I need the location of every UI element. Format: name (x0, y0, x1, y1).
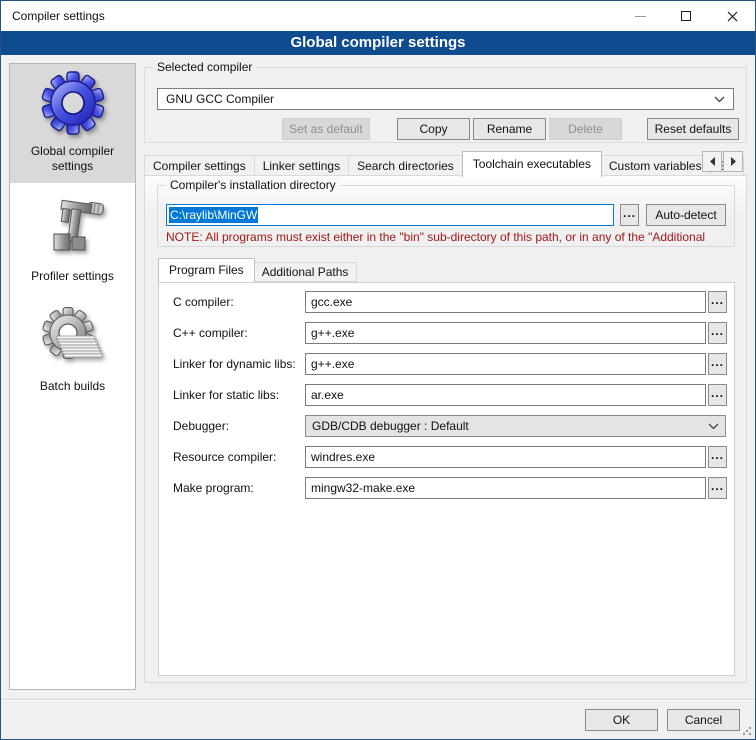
footer-divider (1, 699, 755, 701)
field-label: Debugger: (173, 415, 229, 437)
field-row-static-linker: Linker for static libs: ar.exe ... (159, 384, 734, 406)
installation-directory-group: Compiler's installation directory C:\ray… (157, 185, 735, 247)
field-row-dynamic-linker: Linker for dynamic libs: g++.exe ... (159, 353, 734, 375)
tab-additional-paths[interactable]: Additional Paths (254, 262, 358, 282)
set-as-default-button[interactable]: Set as default (282, 118, 370, 140)
cpp-compiler-browse-button[interactable]: ... (708, 322, 727, 344)
arrow-right-icon (730, 157, 737, 166)
delete-button[interactable]: Delete (549, 118, 622, 140)
field-row-debugger: Debugger: GDB/CDB debugger : Default (159, 415, 734, 437)
field-label: C++ compiler: (173, 322, 248, 344)
chevron-down-icon (714, 96, 725, 103)
installation-directory-input[interactable]: C:\raylib\MinGW (166, 204, 614, 226)
sidebar-item-profiler-settings[interactable]: Profiler settings (10, 189, 135, 293)
settings-tabstrip: Compiler settings Linker settings Search… (144, 150, 749, 176)
debugger-select[interactable]: GDB/CDB debugger : Default (305, 415, 726, 437)
compiler-settings-dialog: Compiler settings Global compiler settin… (0, 0, 756, 740)
selected-compiler-group: Selected compiler GNU GCC Compiler Set a… (144, 67, 747, 143)
rename-button[interactable]: Rename (473, 118, 546, 140)
group-legend: Selected compiler (153, 60, 256, 75)
settings-category-list: Global compiler settings (9, 63, 136, 690)
static-linker-input[interactable]: ar.exe (305, 384, 706, 406)
field-label: Linker for static libs: (173, 384, 279, 406)
titlebar[interactable]: Compiler settings (1, 1, 755, 31)
auto-detect-button[interactable]: Auto-detect (646, 204, 726, 226)
field-label: C compiler: (173, 291, 234, 313)
window-title: Compiler settings (12, 1, 105, 31)
tab-linker-settings[interactable]: Linker settings (255, 155, 349, 176)
field-row-c-compiler: C compiler: gcc.exe ... (159, 291, 734, 313)
tab-compiler-settings[interactable]: Compiler settings (144, 155, 255, 176)
chevron-down-icon (708, 423, 719, 430)
program-files-panel: C compiler: gcc.exe ... C++ compiler: g+… (158, 282, 735, 676)
c-compiler-browse-button[interactable]: ... (708, 291, 727, 313)
compiler-select[interactable]: GNU GCC Compiler (157, 88, 734, 110)
tab-scroll-right-button[interactable] (723, 151, 743, 172)
cancel-button[interactable]: Cancel (667, 709, 740, 731)
close-button[interactable] (709, 1, 755, 31)
minimize-icon (635, 16, 646, 17)
static-linker-browse-button[interactable]: ... (708, 384, 727, 406)
sidebar-item-batch-builds[interactable]: Batch builds (10, 299, 135, 403)
close-icon (727, 11, 738, 22)
make-program-input[interactable]: mingw32-make.exe (305, 477, 706, 499)
reset-defaults-button[interactable]: Reset defaults (647, 118, 739, 140)
field-label: Make program: (173, 477, 254, 499)
toolchain-subtabs: Program Files Additional Paths (158, 258, 357, 282)
tab-toolchain-executables[interactable]: Toolchain executables (462, 151, 602, 177)
sidebar-item-label: Batch builds (40, 379, 105, 394)
c-compiler-input[interactable]: gcc.exe (305, 291, 706, 313)
group-legend: Compiler's installation directory (166, 178, 340, 193)
bin-subdirectory-note: NOTE: All programs must exist either in … (166, 230, 733, 244)
arrow-left-icon (709, 157, 716, 166)
dynamic-linker-browse-button[interactable]: ... (708, 353, 727, 375)
dialog-body: Global compiler settings (1, 55, 755, 739)
field-label: Resource compiler: (173, 446, 276, 468)
minimize-button[interactable] (617, 1, 663, 31)
resource-compiler-browse-button[interactable]: ... (708, 446, 727, 468)
tab-program-files[interactable]: Program Files (158, 258, 255, 282)
resource-compiler-input[interactable]: windres.exe (305, 446, 706, 468)
field-row-cpp-compiler: C++ compiler: g++.exe ... (159, 322, 734, 344)
tab-custom-variables[interactable]: Custom variables (601, 155, 711, 176)
maximize-button[interactable] (663, 1, 709, 31)
cpp-compiler-input[interactable]: g++.exe (305, 322, 706, 344)
resize-grip[interactable] (742, 726, 752, 736)
make-program-browse-button[interactable]: ... (708, 477, 727, 499)
blue-gear-icon (41, 71, 105, 135)
batch-builds-icon (41, 306, 105, 370)
tab-search-directories[interactable]: Search directories (349, 155, 463, 176)
sidebar-item-global-compiler-settings[interactable]: Global compiler settings (10, 64, 135, 183)
copy-button[interactable]: Copy (397, 118, 470, 140)
dynamic-linker-input[interactable]: g++.exe (305, 353, 706, 375)
toolchain-executables-panel: Compiler's installation directory C:\ray… (144, 175, 747, 683)
field-label: Linker for dynamic libs: (173, 353, 296, 375)
sidebar-item-label: Global compiler settings (31, 144, 114, 174)
selected-path-text: C:\raylib\MinGW (169, 207, 258, 223)
ok-button[interactable]: OK (585, 709, 658, 731)
browse-directory-button[interactable]: ... (620, 204, 639, 226)
caliper-icon (41, 196, 105, 260)
sidebar-item-label: Profiler settings (31, 269, 114, 284)
maximize-icon (681, 11, 691, 21)
field-row-make-program: Make program: mingw32-make.exe ... (159, 477, 734, 499)
field-row-resource-compiler: Resource compiler: windres.exe ... (159, 446, 734, 468)
page-title: Global compiler settings (1, 31, 755, 55)
tab-scroll-left-button[interactable] (702, 151, 722, 172)
